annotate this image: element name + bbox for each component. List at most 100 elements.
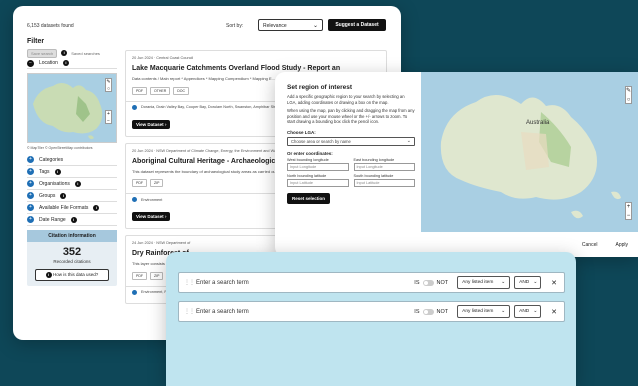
zoom-controls[interactable]: + − <box>105 110 112 124</box>
info-icon: i <box>61 50 68 56</box>
how-data-used-label: How is this data used? <box>52 272 99 277</box>
is-label: IS <box>414 279 420 286</box>
field-select[interactable]: Any listed item ⌄ <box>457 305 511 318</box>
saved-searches-dropdown[interactable]: Saved searches <box>71 51 100 56</box>
drag-handle-icon[interactable]: ⋮⋮ <box>184 308 195 315</box>
sort-select-value: Relevance <box>263 23 287 29</box>
facet-categories[interactable]: + Categories <box>27 154 117 166</box>
east-longitude: East bounding longitude Input Longitude <box>353 157 415 171</box>
apply-button[interactable]: Apply <box>615 242 628 248</box>
search-term-input[interactable]: Enter a search term <box>192 309 414 315</box>
category-icon <box>132 197 137 202</box>
sort-select[interactable]: Relevance ⌄ <box>258 19 323 31</box>
lga-select[interactable]: Choose area or search by name ⌄ <box>287 136 415 146</box>
region-map[interactable]: Australia ✎ ○ + − <box>421 72 638 232</box>
result-title[interactable]: Lake Macquarie Catchments Overland Flood… <box>132 65 380 72</box>
cancel-button[interactable]: Cancel <box>582 242 598 248</box>
expand-icon: + <box>27 168 34 175</box>
region-intro: Add a specific geographic region to your… <box>287 94 405 105</box>
facet-groups[interactable]: + Groups i <box>27 190 117 202</box>
info-icon: i <box>93 204 100 211</box>
not-toggle[interactable] <box>422 308 434 315</box>
region-help: When using the map, pan by clicking and … <box>287 108 415 124</box>
facet-organisations[interactable]: + Organisations i <box>27 178 117 190</box>
east-longitude-input[interactable]: Input Longitude <box>353 162 415 171</box>
operator-select[interactable]: AND ⌄ <box>514 276 542 289</box>
is-label: IS <box>414 308 420 315</box>
region-title: Set region of interest <box>287 84 353 91</box>
west-longitude-input[interactable]: Input Longitude <box>287 162 349 171</box>
north-latitude: North bounding latitude Input Latitude <box>287 174 349 187</box>
field-label: East bounding longitude <box>353 157 395 162</box>
info-icon: i <box>70 216 77 223</box>
region-form: Set region of interest Add a specific ge… <box>287 84 415 205</box>
search-row: ⋮⋮ Enter a search term IS NOT Any listed… <box>178 301 565 322</box>
category-icon <box>132 289 137 295</box>
citation-header: Citation information <box>27 230 117 242</box>
location-minimap[interactable]: ✎ ○ + − <box>27 73 117 143</box>
west-longitude: West bounding longitude Input Longitude <box>287 158 349 171</box>
format-tag: ZIP <box>150 179 164 187</box>
lga-label: Choose LGA: <box>287 129 316 135</box>
location-facet-header[interactable]: − Location i <box>27 58 117 69</box>
expand-icon: + <box>27 216 34 223</box>
facet-label: Groups <box>39 192 56 199</box>
chevron-down-icon: ⌄ <box>501 309 506 314</box>
search-row: ⋮⋮ Enter a search term IS NOT Any listed… <box>178 272 565 293</box>
chevron-down-icon: ⌄ <box>533 309 538 314</box>
north-latitude-input[interactable]: Input Latitude <box>287 178 349 187</box>
draw-tools[interactable]: ✎ ○ <box>105 78 112 92</box>
result-meta: 20 Jun 2024 · Central Coast Council <box>132 56 194 60</box>
facet-list: + Categories + Tags i + Organisations i … <box>27 154 117 226</box>
field-select[interactable]: Any listed item ⌄ <box>457 276 511 289</box>
remove-row-icon[interactable]: ✕ <box>551 308 557 316</box>
format-tag: ZIP <box>150 271 164 280</box>
facet-file-formats[interactable]: + Available File Formats i <box>27 202 117 214</box>
reset-selection-button[interactable]: Reset selection <box>287 192 331 204</box>
view-dataset-button[interactable]: View Dataset › <box>132 212 171 221</box>
format-tag: DOC <box>173 86 190 95</box>
facet-label: Available File Formats <box>39 204 89 211</box>
coordinate-fields: West bounding longitude Input Longitude … <box>287 158 415 187</box>
info-icon: i <box>54 168 61 175</box>
facet-label: Date Range <box>39 216 66 223</box>
info-icon: i <box>45 272 52 278</box>
lga-placeholder: Choose area or search by name <box>291 139 351 144</box>
how-data-used-button[interactable]: i How is this data used? <box>35 269 109 281</box>
expand-icon: + <box>27 204 34 211</box>
filter-heading: Filter <box>27 38 45 45</box>
south-latitude: South bounding latitude Input Latitude <box>353 174 415 187</box>
view-dataset-button[interactable]: View Dataset › <box>132 119 171 129</box>
format-tag: PDF <box>132 86 147 95</box>
chevron-down-icon: ⌄ <box>406 138 411 144</box>
filter-sidebar: Save search i Saved searches − Location … <box>27 48 117 286</box>
field-label: North bounding latitude <box>287 173 327 178</box>
facet-label: Tags <box>39 168 50 175</box>
south-latitude-input[interactable]: Input Latitude <box>353 178 415 187</box>
not-label: NOT <box>436 279 449 286</box>
zoom-controls[interactable]: + − <box>625 202 632 220</box>
info-icon: i <box>60 192 67 199</box>
facet-date-range[interactable]: + Date Range i <box>27 214 117 226</box>
save-search-button[interactable]: Save search <box>27 48 58 58</box>
location-label: Location <box>39 60 58 66</box>
drag-handle-icon[interactable]: ⋮⋮ <box>184 279 195 286</box>
operator-select[interactable]: AND ⌄ <box>514 305 542 318</box>
draw-tools[interactable]: ✎ ○ <box>625 86 632 104</box>
suggest-dataset-button[interactable]: Suggest a Dataset <box>328 19 386 31</box>
remove-row-icon[interactable]: ✕ <box>551 279 557 287</box>
region-of-interest-panel: Set region of interest Add a specific ge… <box>275 72 638 257</box>
map-country-label: Australia <box>526 120 550 126</box>
search-term-input[interactable]: Enter a search term <box>192 280 414 286</box>
australia-map-graphic <box>28 74 116 142</box>
australia-map-graphic: Australia <box>421 72 638 232</box>
expand-icon: + <box>27 156 34 163</box>
not-toggle[interactable] <box>422 279 434 286</box>
info-icon: i <box>74 180 81 187</box>
advanced-search-panel: ⋮⋮ Enter a search term IS NOT Any listed… <box>166 252 576 386</box>
facet-tags[interactable]: + Tags i <box>27 166 117 178</box>
expand-icon: + <box>27 192 34 199</box>
sort-by-label: Sort by: <box>226 23 244 29</box>
citation-label: Recorded citations <box>53 259 91 264</box>
location-pin-icon <box>132 104 137 110</box>
